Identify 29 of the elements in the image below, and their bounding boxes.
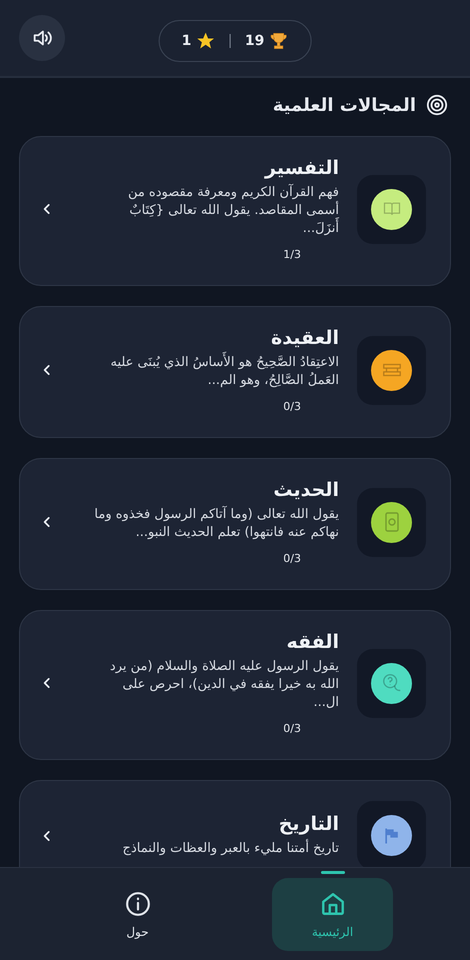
progress-text: 0/3: [283, 400, 301, 413]
score-count: 19: [244, 33, 264, 49]
card-title: الفقه: [285, 631, 339, 653]
card-title: العقيدة: [270, 327, 339, 349]
target-icon: [426, 94, 448, 116]
card-description: فهم القرآن الكريم ومعرفة مقصوده من أسمى المقاصد. يقول الله تعالى {كِتَابٌ أَنزَلَ...: [126, 184, 339, 238]
star-icon: [195, 31, 216, 51]
trophy-icon: [268, 31, 288, 51]
book-icon: [384, 512, 400, 532]
progress-text: 1/3: [283, 248, 301, 261]
card-title: الحديث: [272, 479, 339, 501]
card-title: التاريخ: [278, 813, 339, 835]
info-icon: [124, 890, 150, 916]
progress-text: 0/3: [283, 552, 301, 565]
progress-text: 0/3: [283, 722, 301, 735]
card-title: التفسير: [263, 157, 339, 179]
question-chat-icon: [380, 672, 402, 694]
score-count: 1: [182, 33, 192, 49]
sound-button[interactable]: [19, 15, 65, 61]
home-icon: [320, 890, 346, 916]
category-card[interactable]: التاريخ تاريخ أمتنا مليء بالعبر والعظات والنماذج: [19, 780, 451, 867]
card-description: الاعتِقادُ الصَّحِيحُ هو الأَساسُ الذي يُبنَى عليه العَملُ الصَّالِحُ، وهو الم...: [94, 354, 339, 390]
scroll-icon: [380, 362, 402, 378]
card-description: يقول الرسول عليه الصلاة والسلام (من يرد الله به خيرا يفقه في الدين)، احرص على ال...: [108, 658, 339, 712]
active-indicator: [320, 871, 344, 874]
card-description: يقول الله تعالى (وما آتاكم الرسول فخذوه وما نهاكم عنه فانتهوا) تعلم الحديث النبو...: [94, 506, 339, 542]
section-title: المجالات العلمية: [272, 94, 416, 116]
card-description: تاريخ أمتنا مليء بالعبر والعظات والنماذج: [122, 840, 339, 858]
nav-tab[interactable]: حول: [77, 878, 198, 951]
